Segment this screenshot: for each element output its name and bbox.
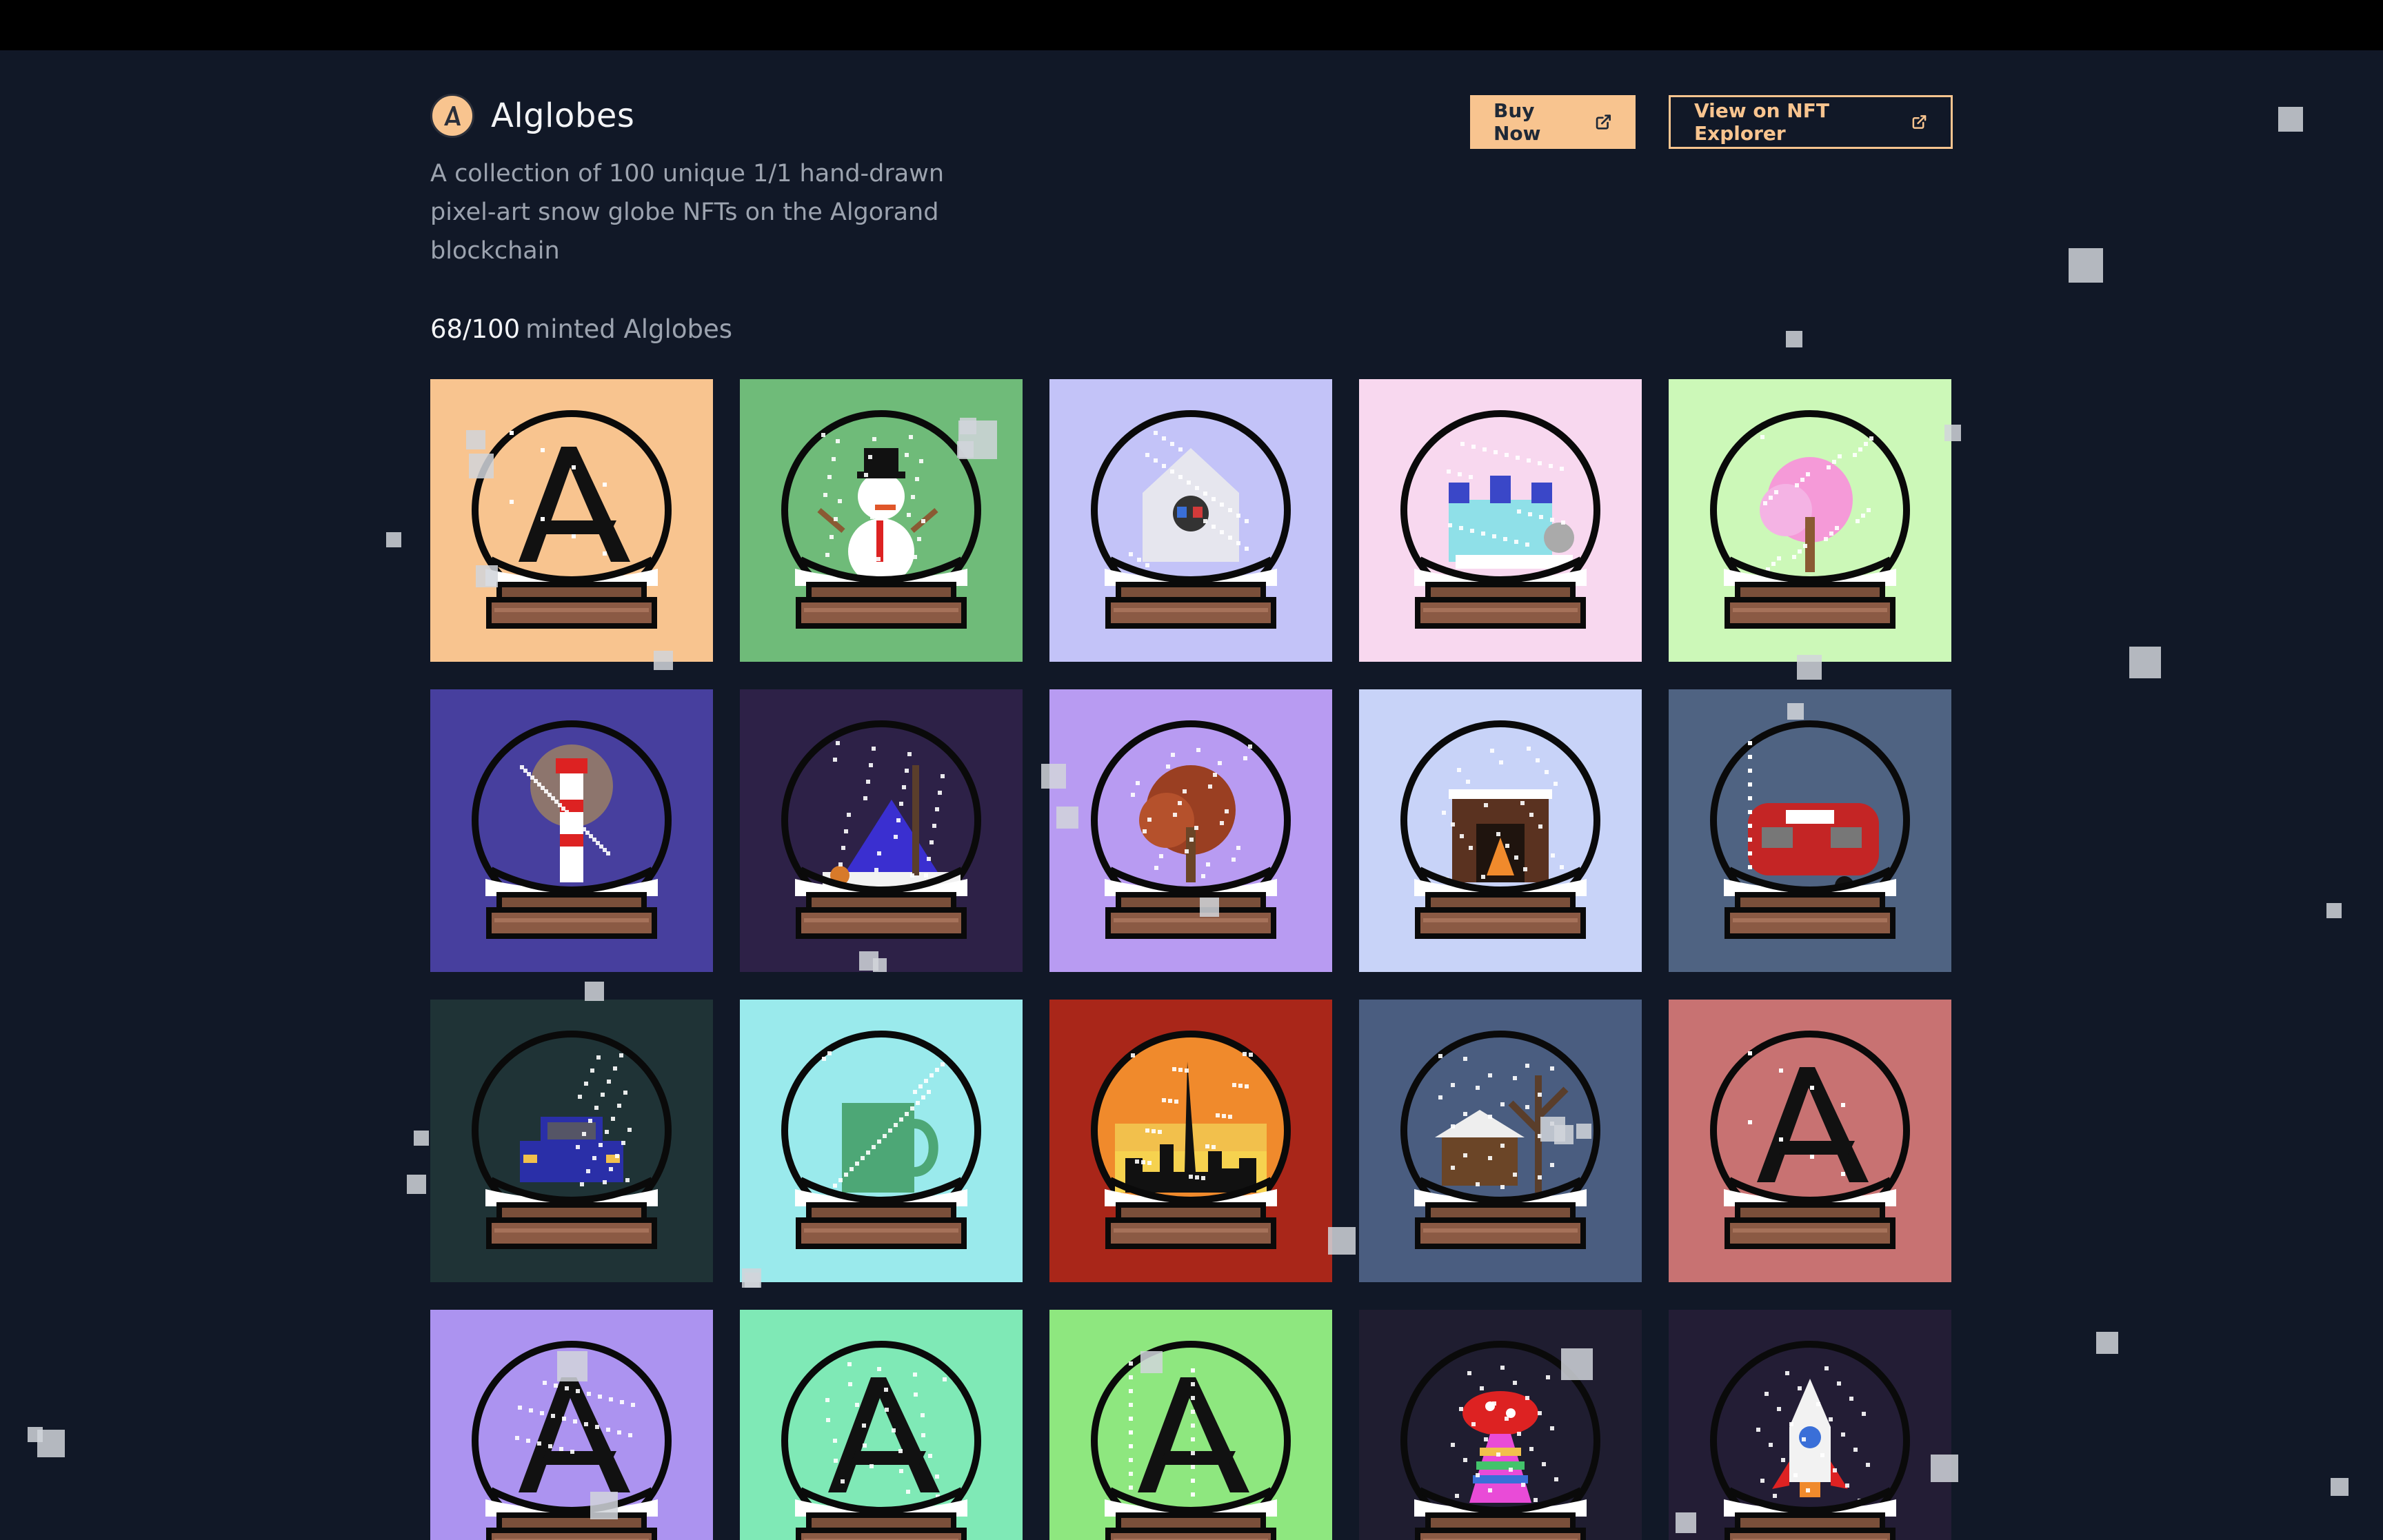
globe-card-lighthouse[interactable]	[430, 689, 713, 972]
snowflake	[37, 1430, 65, 1457]
globe-card-autumn-tree[interactable]	[1049, 689, 1332, 972]
header-actions: Buy Now View on NFT Explorer	[1470, 95, 1953, 149]
snowflake	[414, 1131, 429, 1146]
algorand-logo-icon	[430, 94, 474, 138]
snowflake	[2331, 1478, 2349, 1496]
top-bar	[0, 0, 2383, 50]
brand[interactable]: Alglobes	[430, 94, 634, 138]
globe-grid	[430, 379, 1953, 1540]
globe-card-mushroom-ufo[interactable]	[1359, 1310, 1642, 1540]
globe-card-fireplace[interactable]	[1359, 689, 1642, 972]
page-header: Alglobes A collection of 100 unique 1/1 …	[430, 94, 1953, 273]
snowflake	[2129, 647, 2161, 678]
external-link-icon	[1596, 114, 1611, 130]
collection-description: A collection of 100 unique 1/1 hand-draw…	[430, 160, 945, 265]
globe-card-mug[interactable]	[740, 1000, 1023, 1282]
page-title: Alglobes	[491, 97, 635, 135]
buy-now-label: Buy Now	[1494, 99, 1541, 145]
view-on-nft-explorer-button[interactable]: View on NFT Explorer	[1669, 95, 1953, 149]
snowflake	[2326, 903, 2342, 918]
snowflake	[407, 1175, 426, 1194]
minted-count: 68/100 minted Alglobes	[430, 314, 732, 344]
buy-now-button[interactable]: Buy Now	[1470, 95, 1636, 149]
globe-card-city-skyline[interactable]	[1049, 1000, 1332, 1282]
globe-card-rocket[interactable]	[1669, 1310, 1951, 1540]
globe-card-cabin[interactable]	[1359, 1000, 1642, 1282]
minted-label: minted Alglobes	[525, 314, 732, 344]
snowflake	[2096, 1332, 2118, 1354]
globe-card-tent[interactable]	[740, 689, 1023, 972]
globe-card-algorand-logo[interactable]	[430, 1310, 713, 1540]
globe-card-snowman[interactable]	[740, 379, 1023, 662]
snowflake	[28, 1427, 43, 1442]
snowflake	[1786, 331, 1802, 347]
snowflake	[2278, 107, 2303, 132]
globe-card-birdhouse[interactable]	[1049, 379, 1332, 662]
globe-card-cherry-tree[interactable]	[1669, 379, 1951, 662]
minted-number: 68/100	[430, 314, 521, 344]
snowflake	[2069, 248, 2103, 283]
globe-card-algorand-logo[interactable]	[1669, 1000, 1951, 1282]
globe-card-algorand-logo[interactable]	[740, 1310, 1023, 1540]
external-link-icon	[1912, 115, 1927, 129]
snowflake	[386, 532, 401, 547]
explorer-label: View on NFT Explorer	[1694, 99, 1829, 145]
globe-card-algorand-logo[interactable]	[1049, 1310, 1332, 1540]
globe-card-castle[interactable]	[1359, 379, 1642, 662]
globe-card-car[interactable]	[430, 1000, 713, 1282]
globe-card-camper[interactable]	[1669, 689, 1951, 972]
globe-card-algorand-logo[interactable]	[430, 379, 713, 662]
